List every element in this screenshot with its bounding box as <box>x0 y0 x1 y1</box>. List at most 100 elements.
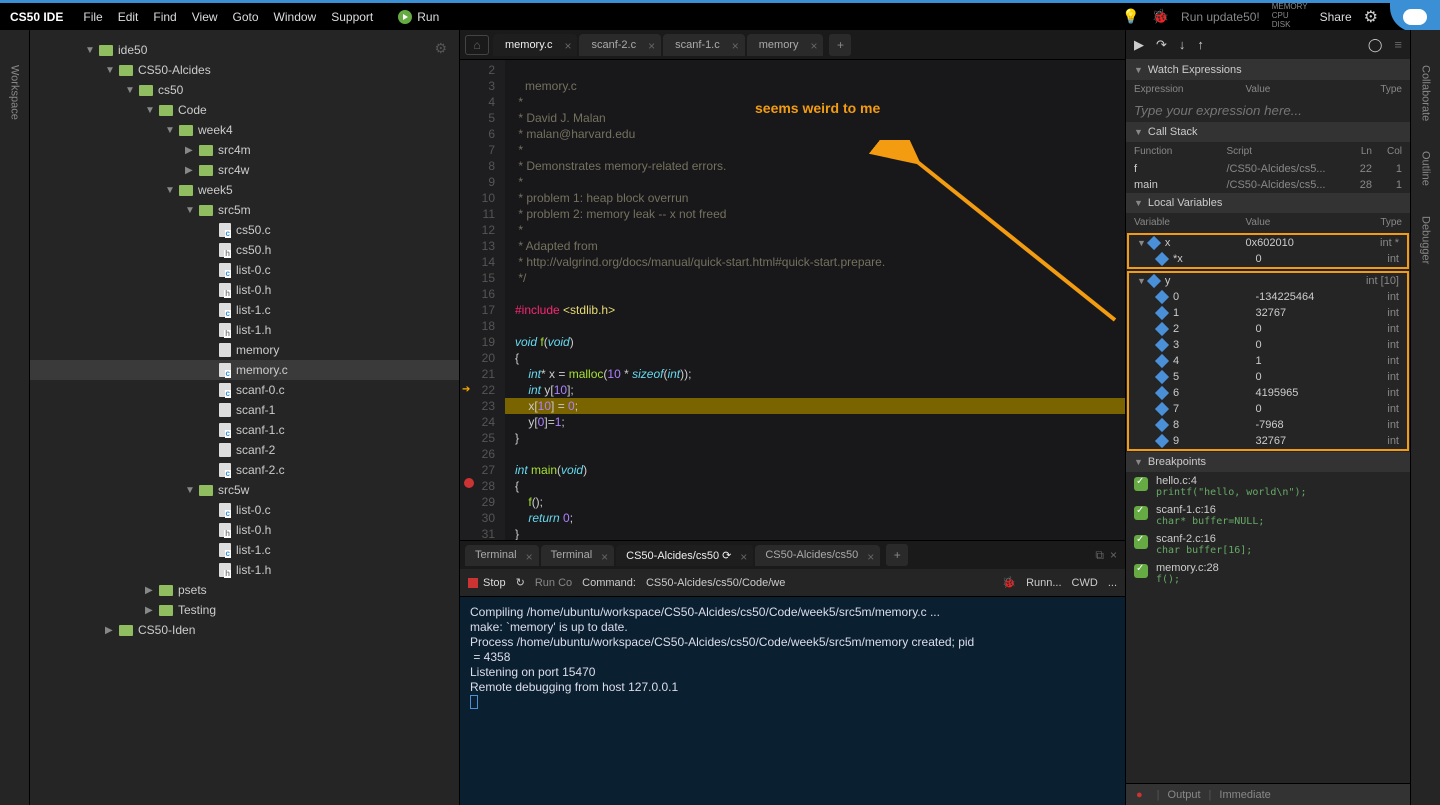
variable-row[interactable]: 932767int <box>1129 433 1407 449</box>
editor-tab[interactable]: scanf-1.c× <box>663 34 745 56</box>
close-icon[interactable]: × <box>526 550 533 564</box>
step-out-icon[interactable]: ↑ <box>1197 37 1204 52</box>
watch-section[interactable]: Watch Expressions <box>1126 60 1410 80</box>
tree-folder[interactable]: src4w <box>30 160 459 180</box>
home-tab-icon[interactable]: ⌂ <box>465 35 489 55</box>
resume-icon[interactable]: ▶ <box>1134 37 1144 53</box>
variable-row[interactable]: 30int <box>1129 337 1407 353</box>
menu-icon[interactable]: ≡ <box>1394 37 1402 52</box>
new-terminal-button[interactable]: + <box>886 544 908 566</box>
command-value[interactable]: CS50-Alcides/cs50/Code/we <box>646 577 785 589</box>
stop-button[interactable]: Stop <box>468 577 506 589</box>
watch-input[interactable] <box>1126 99 1410 122</box>
tree-file[interactable]: list-0.h <box>30 520 459 540</box>
close-icon[interactable]: × <box>564 39 571 53</box>
bulb-icon[interactable]: 💡 <box>1122 8 1139 25</box>
tree-folder[interactable]: Testing <box>30 600 459 620</box>
variable-row[interactable]: 50int <box>1129 369 1407 385</box>
tree-file[interactable]: list-0.c <box>30 260 459 280</box>
tree-file[interactable]: scanf-1.c <box>30 420 459 440</box>
checkbox-icon[interactable] <box>1134 506 1148 520</box>
callstack-row[interactable]: f/CS50-Alcides/cs5...221 <box>1126 161 1410 177</box>
tree-file[interactable]: scanf-2.c <box>30 460 459 480</box>
tree-folder[interactable]: cs50 <box>30 80 459 100</box>
file-tree[interactable]: ⚙ ide50CS50-Alcidescs50Codeweek4src4msrc… <box>30 30 460 805</box>
restore-icon[interactable]: ⧉ <box>1095 548 1104 563</box>
tree-folder[interactable]: week4 <box>30 120 459 140</box>
terminal-tab[interactable]: CS50-Alcides/cs50⟳× <box>616 545 753 566</box>
tree-file[interactable]: scanf-2 <box>30 440 459 460</box>
tree-folder[interactable]: src5w <box>30 480 459 500</box>
code-body[interactable]: memory.c * * David J. Malan * malan@harv… <box>505 60 1125 540</box>
tree-file[interactable]: list-1.c <box>30 540 459 560</box>
workspace-tab[interactable]: Workspace <box>4 50 26 135</box>
editor-tab[interactable]: scanf-2.c× <box>579 34 661 56</box>
variable-row[interactable]: 0-134225464int <box>1129 289 1407 305</box>
callstack-row[interactable]: main/CS50-Alcides/cs5...281 <box>1126 177 1410 193</box>
variable-row[interactable]: y int [10] <box>1129 273 1407 289</box>
close-icon[interactable]: × <box>867 550 874 564</box>
terminal-tab[interactable]: CS50-Alcides/cs50× <box>755 545 880 566</box>
tree-folder[interactable]: psets <box>30 580 459 600</box>
breakpoints-section[interactable]: Breakpoints <box>1126 452 1410 472</box>
variable-row[interactable]: 8-7968int <box>1129 417 1407 433</box>
menu-edit[interactable]: Edit <box>118 10 139 24</box>
debugger-tab[interactable]: Debugger <box>1415 201 1437 279</box>
menu-file[interactable]: File <box>83 10 102 24</box>
bug-indicator-icon[interactable]: 🐞 <box>1002 576 1016 589</box>
variable-row[interactable]: 70int <box>1129 401 1407 417</box>
variable-row[interactable]: *x 0int <box>1129 251 1407 267</box>
close-icon[interactable]: × <box>810 39 817 53</box>
editor-tab[interactable]: memory.c× <box>493 34 577 56</box>
editor-tab[interactable]: memory× <box>747 34 824 56</box>
variable-row[interactable]: 64195965int <box>1129 385 1407 401</box>
step-into-icon[interactable]: ↓ <box>1179 37 1186 52</box>
immediate-tab[interactable]: Immediate <box>1219 789 1270 801</box>
variable-row[interactable]: 132767int <box>1129 305 1407 321</box>
close-icon[interactable]: × <box>648 39 655 53</box>
tree-file[interactable]: list-0.c <box>30 500 459 520</box>
tree-file[interactable]: list-1.c <box>30 300 459 320</box>
close-icon[interactable]: × <box>601 550 608 564</box>
code-editor[interactable]: 23456789101112131415161718192021➔2223242… <box>460 60 1125 540</box>
run-config[interactable]: Run Co <box>535 577 572 589</box>
close-icon[interactable]: × <box>740 550 747 564</box>
terminal-output[interactable]: Compiling /home/ubuntu/workspace/CS50-Al… <box>460 597 1125 805</box>
breakpoint-item[interactable]: memory.c:28f(); <box>1126 559 1410 588</box>
outline-tab[interactable]: Outline <box>1415 136 1437 201</box>
variable-row[interactable]: 20int <box>1129 321 1407 337</box>
tree-file[interactable]: cs50.c <box>30 220 459 240</box>
tree-file[interactable]: memory <box>30 340 459 360</box>
terminal-tab[interactable]: Terminal× <box>465 545 539 566</box>
run-button[interactable]: Run <box>398 10 439 24</box>
editor-gutter[interactable]: 23456789101112131415161718192021➔2223242… <box>460 60 505 540</box>
callstack-section[interactable]: Call Stack <box>1126 122 1410 142</box>
deactivate-bp-icon[interactable]: ◯ <box>1368 37 1383 53</box>
reload-icon[interactable]: ↻ <box>516 576 525 589</box>
breakpoint-item[interactable]: scanf-1.c:16char* buffer=NULL; <box>1126 501 1410 530</box>
breakpoint-item[interactable]: scanf-2.c:16char buffer[16]; <box>1126 530 1410 559</box>
menu-find[interactable]: Find <box>153 10 176 24</box>
collaborate-tab[interactable]: Collaborate <box>1415 50 1437 136</box>
menu-goto[interactable]: Goto <box>233 10 259 24</box>
tree-folder[interactable]: ide50 <box>30 40 459 60</box>
tree-file[interactable]: list-1.h <box>30 320 459 340</box>
terminal-tab[interactable]: Terminal× <box>541 545 615 566</box>
tree-folder[interactable]: src4m <box>30 140 459 160</box>
tree-file[interactable]: cs50.h <box>30 240 459 260</box>
checkbox-icon[interactable] <box>1134 564 1148 578</box>
checkbox-icon[interactable] <box>1134 477 1148 491</box>
tree-folder[interactable]: CS50-Alcides <box>30 60 459 80</box>
variable-row[interactable]: 41int <box>1129 353 1407 369</box>
tree-file[interactable]: scanf-0.c <box>30 380 459 400</box>
tree-file[interactable]: list-1.h <box>30 560 459 580</box>
step-over-icon[interactable]: ↷ <box>1156 37 1167 53</box>
gear-icon[interactable]: ⚙ <box>1364 7 1378 27</box>
tree-file[interactable]: list-0.h <box>30 280 459 300</box>
close-icon[interactable]: × <box>732 39 739 53</box>
tree-folder[interactable]: week5 <box>30 180 459 200</box>
tree-folder[interactable]: src5m <box>30 200 459 220</box>
menu-view[interactable]: View <box>192 10 218 24</box>
new-tab-button[interactable]: + <box>829 34 851 56</box>
variable-row[interactable]: x 0x602010int * <box>1129 235 1407 251</box>
